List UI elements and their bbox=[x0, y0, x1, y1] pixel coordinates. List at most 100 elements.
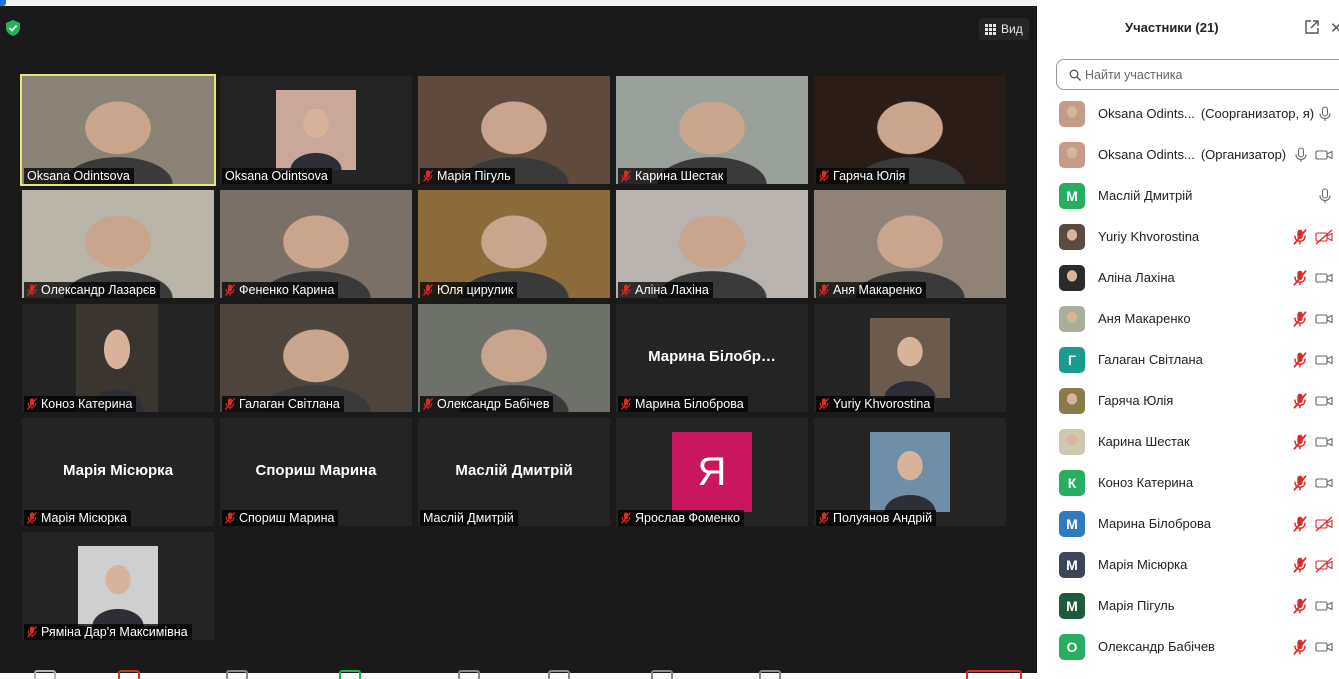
search-icon bbox=[1069, 69, 1081, 81]
participant-row[interactable]: Oksana Odints... (Соорганизатор, я) bbox=[1037, 93, 1339, 134]
participant-name-label: Юля цирулик bbox=[420, 282, 518, 298]
mic-muted-icon[interactable] bbox=[1293, 516, 1309, 532]
participant-letter-avatar: К bbox=[1059, 470, 1085, 496]
mic-muted-icon[interactable] bbox=[1293, 557, 1309, 573]
mic-icon[interactable] bbox=[1293, 147, 1309, 163]
participant-row[interactable]: Oksana Odints... (Организатор) bbox=[1037, 134, 1339, 175]
participant-name-label: Олександр Бабічев bbox=[420, 396, 554, 412]
mic-muted-icon[interactable] bbox=[1293, 475, 1309, 491]
mic-muted-icon[interactable] bbox=[1293, 229, 1309, 245]
participant-row[interactable]: Карина Шестак bbox=[1037, 421, 1339, 462]
camera-icon[interactable] bbox=[1315, 352, 1333, 368]
grid-icon bbox=[985, 23, 996, 35]
tile-name: Yuriy Khvorostina bbox=[833, 397, 931, 411]
participant-name-label: Гаряча Юлія bbox=[816, 168, 910, 184]
search-input[interactable] bbox=[1085, 65, 1335, 85]
tile-name: Карина Шестак bbox=[635, 169, 724, 183]
video-tile[interactable]: Oksana Odintsova bbox=[220, 76, 412, 184]
video-tile[interactable]: Галаган Світлана bbox=[220, 304, 412, 412]
mic-muted-icon[interactable] bbox=[1293, 434, 1309, 450]
mic-muted-icon[interactable] bbox=[1293, 393, 1309, 409]
video-tile[interactable]: Oksana Odintsova bbox=[20, 74, 216, 186]
video-tile[interactable]: Юля цирулик bbox=[418, 190, 610, 298]
participant-row[interactable]: Аня Макаренко bbox=[1037, 298, 1339, 339]
mic-icon[interactable] bbox=[1317, 188, 1333, 204]
end-meeting-button[interactable] bbox=[966, 670, 1022, 679]
participant-name: Коноз Катерина bbox=[1098, 475, 1193, 490]
reactions-button[interactable] bbox=[458, 670, 480, 679]
video-tile[interactable]: Олександр Бабічев bbox=[418, 304, 610, 412]
tile-name: Фененко Карина bbox=[239, 283, 335, 297]
record-button[interactable] bbox=[759, 670, 781, 679]
video-tile[interactable]: Марія Місюрка Марія Місюрка bbox=[22, 418, 214, 526]
camera-icon[interactable] bbox=[1315, 598, 1333, 614]
participant-row[interactable]: М Марія Місюрка bbox=[1037, 544, 1339, 585]
participant-name-label: Ряміна Дар'я Максимівна bbox=[24, 624, 192, 640]
participant-row[interactable]: М Марина Білоброва bbox=[1037, 503, 1339, 544]
mic-muted-icon bbox=[620, 398, 632, 410]
video-tile[interactable]: Гаряча Юлія bbox=[814, 76, 1006, 184]
mic-muted-icon bbox=[818, 512, 830, 524]
close-panel-icon[interactable]: ✕ bbox=[1330, 19, 1339, 37]
mute-button[interactable] bbox=[34, 670, 56, 679]
video-tile[interactable]: Фененко Карина bbox=[220, 190, 412, 298]
participant-row[interactable]: Аліна Лахіна bbox=[1037, 257, 1339, 298]
camera-icon[interactable] bbox=[1315, 393, 1333, 409]
participant-row[interactable]: Г Галаган Світлана bbox=[1037, 339, 1339, 380]
video-tile[interactable]: Маслій Дмитрій Маслій Дмитрій bbox=[418, 418, 610, 526]
video-tile[interactable]: Карина Шестак bbox=[616, 76, 808, 184]
video-tile[interactable]: Аня Макаренко bbox=[814, 190, 1006, 298]
participant-row[interactable]: M Маслій Дмитрій bbox=[1037, 175, 1339, 216]
participants-button[interactable] bbox=[339, 670, 361, 679]
camera-off-icon[interactable] bbox=[1315, 229, 1333, 245]
mic-muted-icon[interactable] bbox=[1293, 598, 1309, 614]
camera-icon[interactable] bbox=[1315, 434, 1333, 450]
stop-video-button[interactable] bbox=[118, 670, 140, 679]
tile-name: Марія Пігуль bbox=[437, 169, 511, 183]
popout-icon[interactable] bbox=[1305, 20, 1319, 34]
video-tile[interactable]: Коноз Катерина bbox=[22, 304, 214, 412]
tile-name: Спориш Марина bbox=[239, 511, 335, 525]
video-tile[interactable]: Ряміна Дар'я Максимівна bbox=[22, 532, 214, 640]
camera-icon[interactable] bbox=[1315, 475, 1333, 491]
view-button[interactable]: Вид bbox=[979, 18, 1029, 40]
mic-icon[interactable] bbox=[1317, 106, 1333, 122]
participant-name-text: Марія Пігуль bbox=[1098, 598, 1175, 613]
participant-letter-avatar: M bbox=[1059, 183, 1085, 209]
chat-button[interactable] bbox=[651, 670, 673, 679]
participant-row[interactable]: M Марія Пігуль bbox=[1037, 585, 1339, 626]
participant-name-text: Карина Шестак bbox=[1098, 434, 1190, 449]
video-tile[interactable]: Аліна Лахіна bbox=[616, 190, 808, 298]
camera-off-icon[interactable] bbox=[1315, 557, 1333, 573]
mic-muted-icon[interactable] bbox=[1293, 311, 1309, 327]
camera-icon[interactable] bbox=[1315, 270, 1333, 286]
video-tile[interactable]: Полуянов Андрій bbox=[814, 418, 1006, 526]
tile-name: Коноз Катерина bbox=[41, 397, 133, 411]
tile-name: Аня Макаренко bbox=[833, 283, 923, 297]
mic-muted-icon[interactable] bbox=[1293, 270, 1309, 286]
video-tile[interactable]: Спориш Марина Спориш Марина bbox=[220, 418, 412, 526]
participant-row[interactable]: Гаряча Юлія bbox=[1037, 380, 1339, 421]
camera-off-icon[interactable] bbox=[1315, 516, 1333, 532]
participant-row[interactable]: К Коноз Катерина bbox=[1037, 462, 1339, 503]
participant-row[interactable]: О Олександр Бабічев bbox=[1037, 626, 1339, 667]
video-tile[interactable]: Марія Пігуль bbox=[418, 76, 610, 184]
video-tile[interactable]: Олександр Лазарєв bbox=[22, 190, 214, 298]
video-tile[interactable]: Марина Білобр… Марина Білоброва bbox=[616, 304, 808, 412]
share-screen-button[interactable] bbox=[548, 670, 570, 679]
video-tile[interactable]: Я Ярослав Фоменко bbox=[616, 418, 808, 526]
camera-icon[interactable] bbox=[1315, 639, 1333, 655]
security-shield-icon[interactable] bbox=[6, 20, 20, 36]
participant-letter-avatar: М bbox=[1059, 552, 1085, 578]
mic-muted-icon[interactable] bbox=[1293, 639, 1309, 655]
mic-muted-icon[interactable] bbox=[1293, 352, 1309, 368]
mic-muted-icon bbox=[620, 512, 632, 524]
camera-icon[interactable] bbox=[1315, 147, 1333, 163]
participant-row[interactable]: Yuriy Khvorostina bbox=[1037, 216, 1339, 257]
video-tile[interactable]: Yuriy Khvorostina bbox=[814, 304, 1006, 412]
tile-center-name: Марина Білобр… bbox=[648, 348, 776, 365]
security-button[interactable] bbox=[226, 670, 248, 679]
zoom-window: Вид Oksana Odintsova Oksana Odintsova Марі… bbox=[0, 0, 1339, 679]
camera-icon[interactable] bbox=[1315, 311, 1333, 327]
profile-photo bbox=[870, 432, 950, 512]
